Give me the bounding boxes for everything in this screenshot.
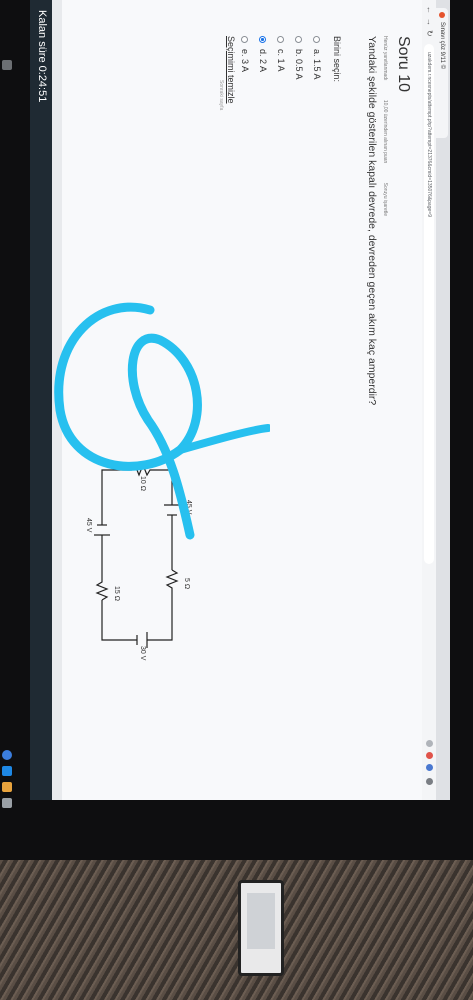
right-battery-label: 30 V [139,646,146,661]
answer-option-e[interactable]: e. 3 A [240,36,250,72]
radio-button-selected[interactable] [259,36,267,43]
question-text: Yandaki şekilde gösterilen kapalı devred… [366,36,378,406]
top-resistor-label: 5 Ω [183,578,190,590]
chrome-icon[interactable] [2,750,12,760]
start-icon[interactable] [2,60,12,70]
radio-button[interactable] [313,36,321,43]
radio-button[interactable] [241,36,249,43]
desk-object [238,880,284,976]
clear-selection-link[interactable]: Seçimimi temizle [226,36,236,104]
choose-label: Birini seçin: [332,36,342,83]
next-page-hint[interactable]: Sonraki sayfa [218,80,224,110]
back-arrow-icon[interactable]: ← [423,6,435,14]
tab-favicon-icon [439,12,445,18]
browser-tab[interactable]: Sınavı çöz 9/11 © [436,8,448,138]
store-icon[interactable] [2,798,12,808]
folder-icon[interactable] [2,782,12,792]
option-label: e. 3 A [240,49,250,73]
address-bar-row: ← → ↻ uzakdem.r.ncesnepts/attempt.php?at… [421,0,436,800]
taskbar [2,60,12,840]
option-label: a. 1.5 A [312,49,322,80]
browser-titlebar: Sınavı çöz 9/11 © [436,0,450,800]
question-status: Henüz yanıtlanmadı [382,36,388,81]
radio-button[interactable] [295,36,303,43]
remaining-time: Kalan süre 0:24:51 [36,10,48,103]
tab-title: Sınavı çöz 9/11 © [439,22,445,70]
option-label: d. 2 A [258,49,268,73]
question-meta: Henüz yanıtlanmadı 10,00 üzerinden alına… [382,36,388,234]
extension-icon[interactable] [426,764,433,771]
answer-option-b[interactable]: b. 0.5 A [294,36,304,80]
radio-button[interactable] [277,36,285,43]
answer-option-d[interactable]: d. 2 A [258,36,268,72]
option-label: b. 0.5 A [294,49,304,80]
reload-icon[interactable]: ↻ [423,30,435,37]
question-points: 10,00 üzerinden alınan puan [382,99,388,164]
answer-option-c[interactable]: c. 1 A [276,36,286,72]
edge-icon[interactable] [2,766,12,776]
question-title: Soru 10 [395,36,412,93]
bottom-resistor-label: 15 Ω [113,586,120,601]
option-label: c. 1 A [276,49,286,72]
url-field[interactable]: uzakdem.r.ncesnepts/attempt.php?attempt=… [424,44,434,564]
flag-question-link[interactable]: Soruyu işaretle [382,183,388,216]
extension-icon[interactable] [426,740,433,747]
forward-arrow-icon[interactable]: → [423,18,435,26]
desk-surface [0,860,473,1000]
handwritten-scribble [54,302,270,540]
profile-avatar-icon[interactable] [426,778,433,785]
answer-option-a[interactable]: a. 1.5 A [312,36,322,80]
extension-icon[interactable] [426,752,433,759]
